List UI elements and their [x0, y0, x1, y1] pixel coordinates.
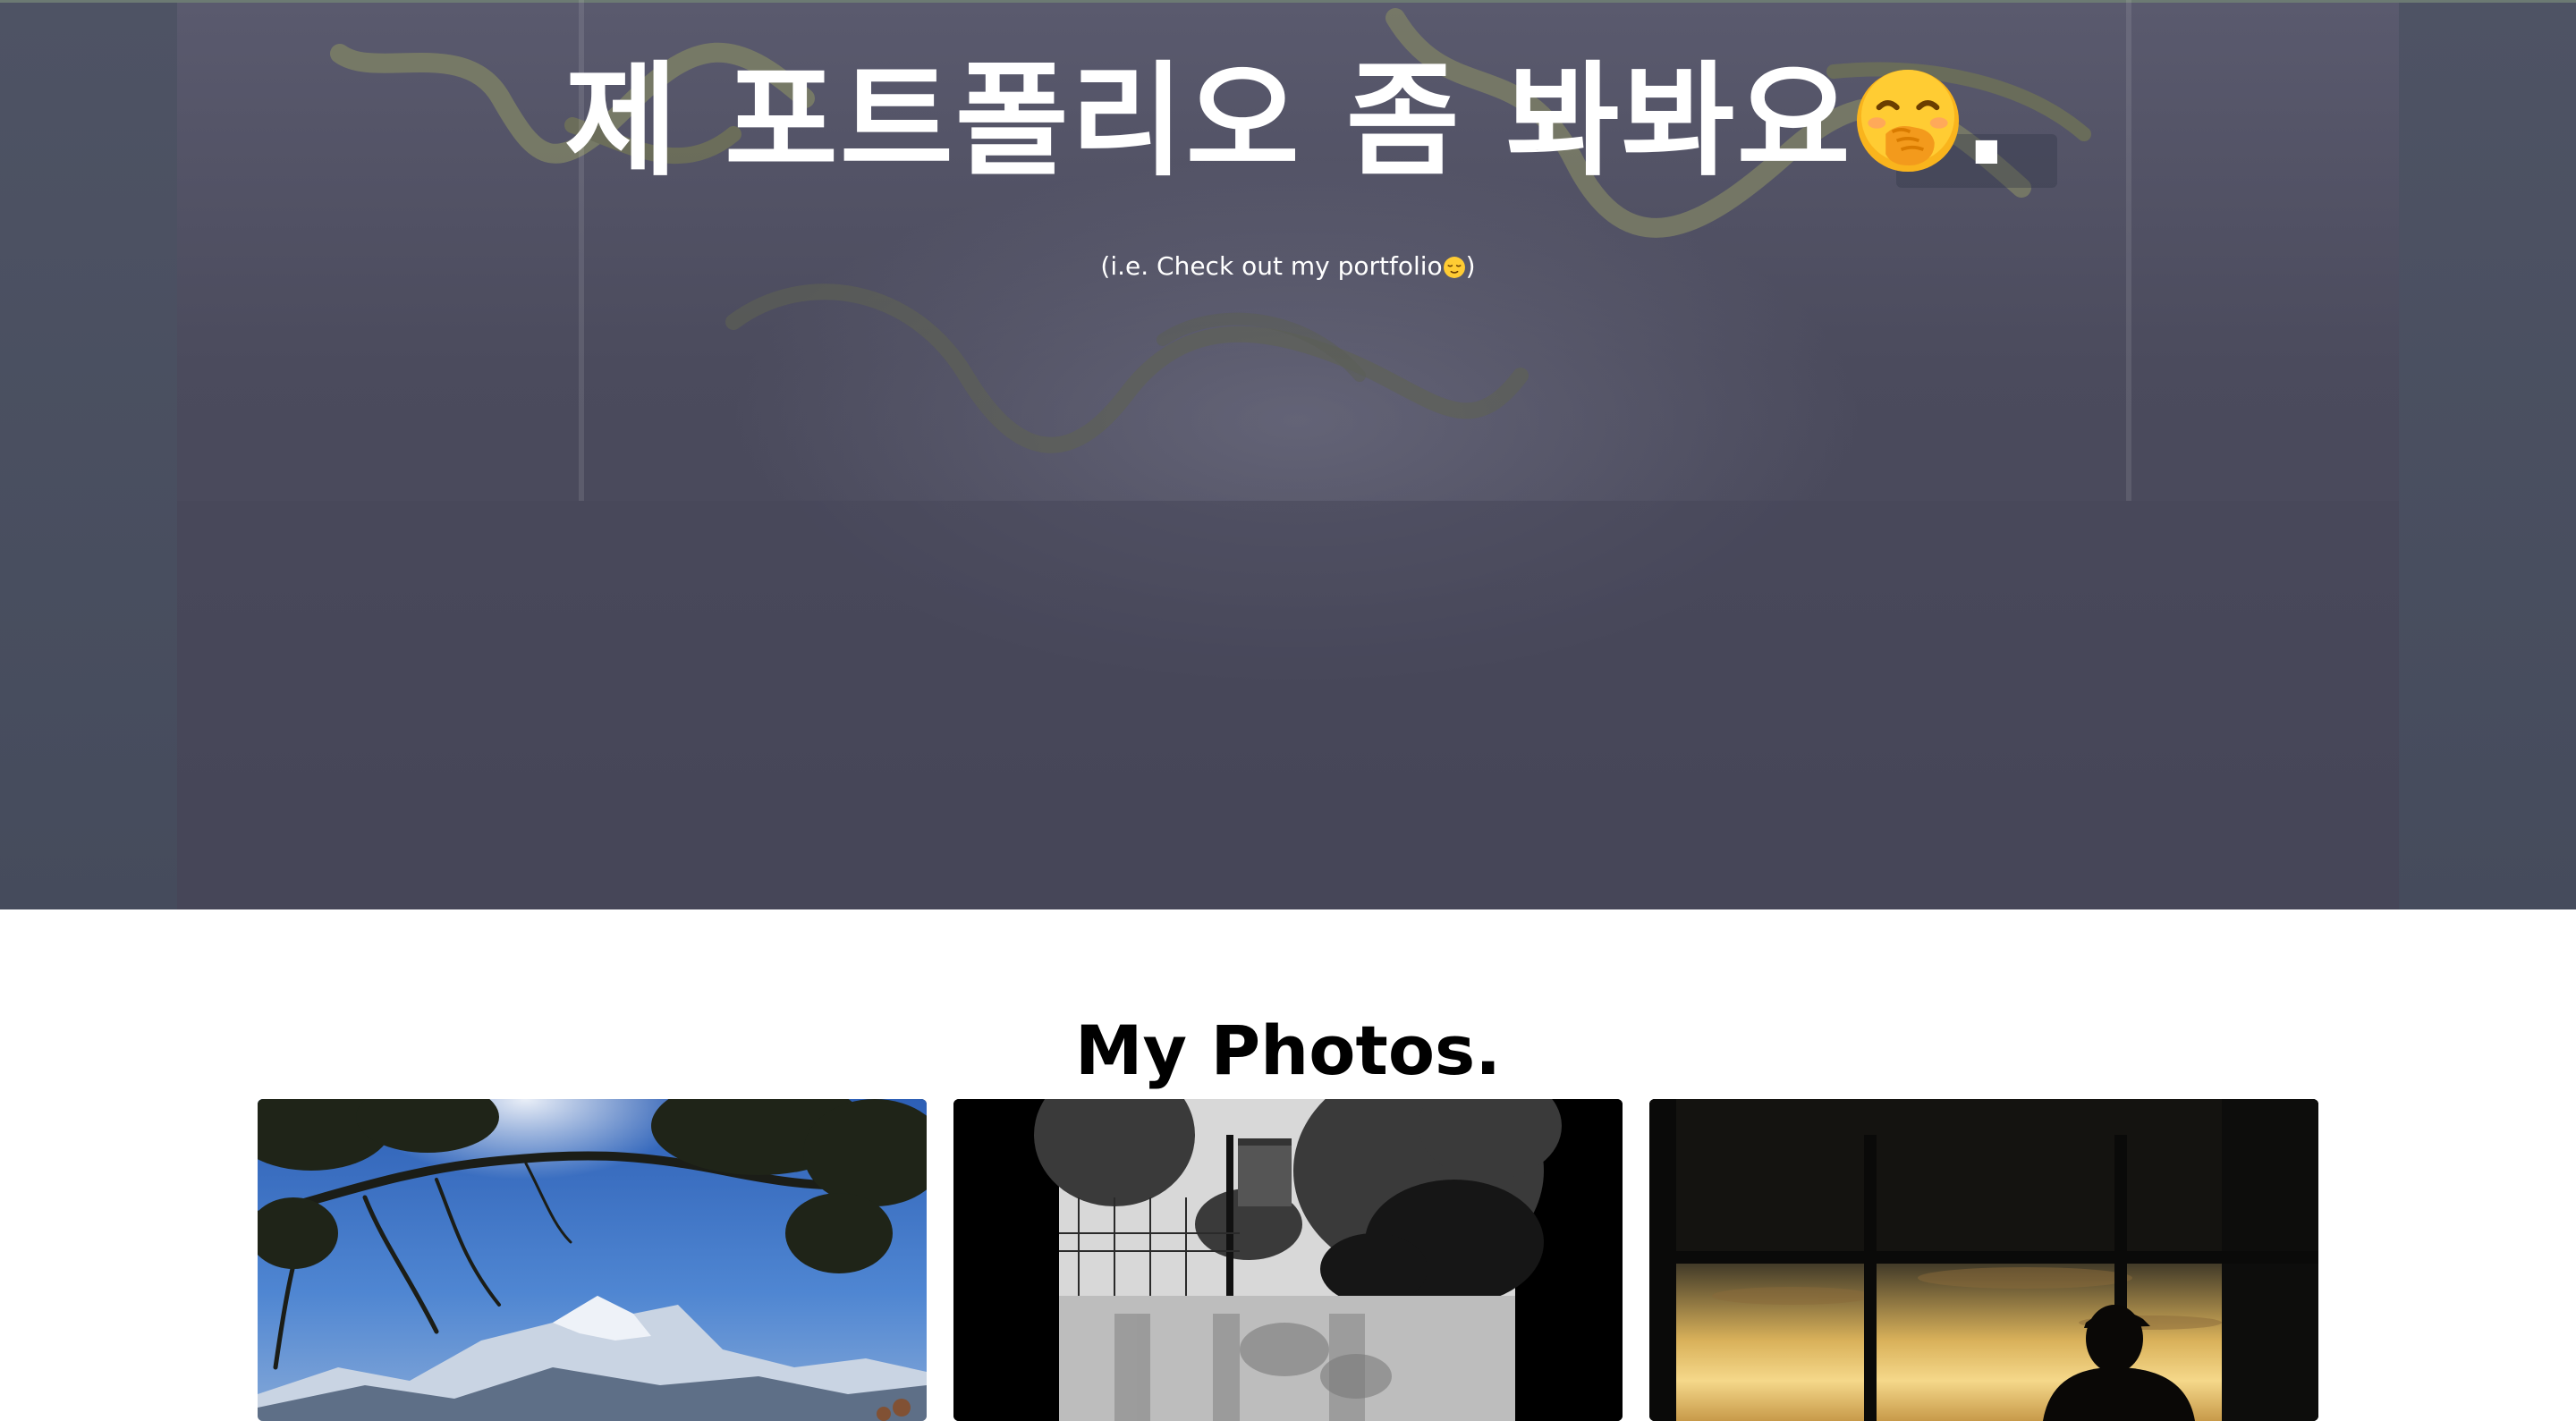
- hero-title-text: 제 포트폴리오 좀 봐봐요: [564, 49, 1852, 193]
- mountain-landscape-photo: [258, 1099, 927, 1421]
- hero-subtitle-text: (i.e. Check out my portfolio: [1100, 251, 1443, 281]
- face-with-hand-over-mouth-icon: [1856, 69, 1959, 173]
- hero-title: 제 포트폴리오 좀 봐봐요.: [0, 50, 2576, 193]
- photo-card-building[interactable]: [953, 1099, 1623, 1421]
- photos-heading: My Photos.: [1074, 1011, 1502, 1090]
- sunset-silhouette-photo: [1649, 1099, 2318, 1421]
- photos-section: My Photos.: [0, 909, 2576, 1421]
- hero-banner: 제 포트폴리오 좀 봐봐요. (i.e. Check out my portfo…: [0, 0, 2576, 909]
- relieved-face-icon: [1443, 257, 1465, 278]
- hero-subtitle-close: ): [1465, 251, 1476, 281]
- hero-title-period: .: [1962, 49, 2012, 193]
- photo-card-sunset[interactable]: [1649, 1099, 2318, 1421]
- photo-card-mountains[interactable]: [258, 1099, 927, 1421]
- black-and-white-building-photo: [953, 1099, 1623, 1421]
- hero-subtitle: (i.e. Check out my portfolio): [0, 249, 2576, 284]
